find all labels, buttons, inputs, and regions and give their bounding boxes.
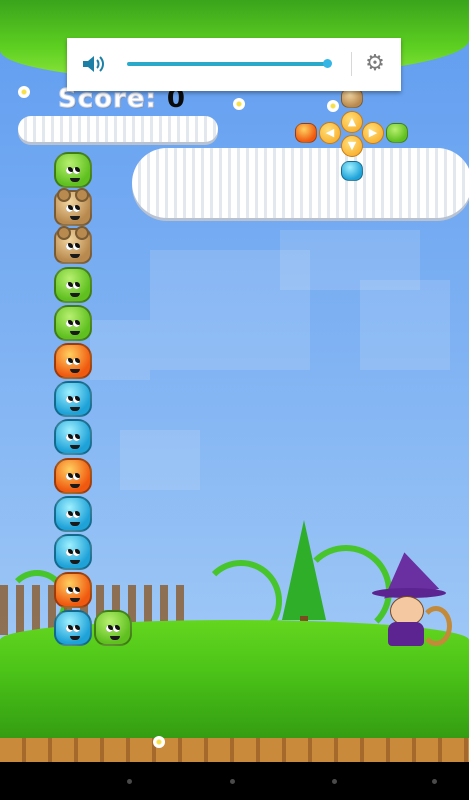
cloud xyxy=(132,148,469,218)
tan-blob xyxy=(54,226,92,265)
orange-blob xyxy=(54,343,92,379)
game-scene[interactable]: Score: 0 ▲ ▼ ◀ ▶ xyxy=(0,0,469,762)
sky-block xyxy=(360,280,450,370)
sky-block xyxy=(90,320,150,380)
menu-button[interactable] xyxy=(432,779,437,784)
gear-icon[interactable]: ⚙ xyxy=(363,52,387,76)
divider xyxy=(351,52,352,76)
rock-border xyxy=(0,738,469,762)
orange-blob xyxy=(54,457,92,494)
move-left-button[interactable]: ◀ xyxy=(319,122,341,144)
blob-mouth xyxy=(70,445,80,450)
blue-blob xyxy=(54,381,92,418)
green-blob xyxy=(386,123,408,143)
flower xyxy=(18,86,30,98)
green-blob xyxy=(94,610,132,647)
blob-mouth xyxy=(110,636,120,641)
blue-blob xyxy=(54,419,92,456)
blob-mouth xyxy=(70,178,80,182)
rotate-up-button[interactable]: ▲ xyxy=(341,111,363,133)
move-right-button[interactable]: ▶ xyxy=(362,122,384,144)
blob-mouth xyxy=(70,369,80,373)
wizard-robe xyxy=(388,622,424,646)
volume-panel: ⚙ xyxy=(67,38,401,91)
drop-down-button[interactable]: ▼ xyxy=(341,135,363,157)
volume-slider[interactable] xyxy=(127,59,332,68)
blob-mouth xyxy=(70,521,80,526)
blue-blob xyxy=(54,610,92,647)
blue-blob xyxy=(54,534,92,570)
wizard-tail xyxy=(420,606,452,646)
blob-ear xyxy=(57,226,71,241)
cloud xyxy=(18,116,218,142)
blob-mouth xyxy=(70,598,80,603)
system-navigation-bar xyxy=(0,762,469,800)
tan-blob xyxy=(54,188,92,227)
orange-blob xyxy=(295,123,317,143)
flower xyxy=(153,736,165,748)
speaker-icon[interactable] xyxy=(81,54,105,74)
blob-mouth xyxy=(70,407,80,412)
recents-button[interactable] xyxy=(332,779,337,784)
pine-tree xyxy=(282,520,326,620)
blob-ear xyxy=(75,226,89,241)
back-button[interactable] xyxy=(127,779,132,784)
tan-blob xyxy=(341,88,363,108)
green-blob xyxy=(54,266,92,303)
blob-mouth xyxy=(70,636,80,641)
flower xyxy=(327,100,339,112)
blob-ear xyxy=(75,188,89,203)
blob-ear xyxy=(57,188,71,203)
flower xyxy=(233,98,245,110)
sky-block xyxy=(120,430,200,490)
blue-blob xyxy=(341,161,363,181)
home-button[interactable] xyxy=(230,779,235,784)
blob-mouth xyxy=(70,560,80,564)
blob-mouth xyxy=(70,254,80,259)
green-blob xyxy=(54,152,92,188)
blue-blob xyxy=(54,495,92,532)
blob-mouth xyxy=(70,292,80,297)
blob-mouth xyxy=(70,330,80,335)
orange-blob xyxy=(54,572,92,609)
blob-mouth xyxy=(70,483,80,488)
volume-slider-thumb[interactable] xyxy=(323,59,332,68)
green-blob xyxy=(54,304,92,341)
blob-mouth xyxy=(70,216,80,221)
wizard-character xyxy=(372,547,452,652)
